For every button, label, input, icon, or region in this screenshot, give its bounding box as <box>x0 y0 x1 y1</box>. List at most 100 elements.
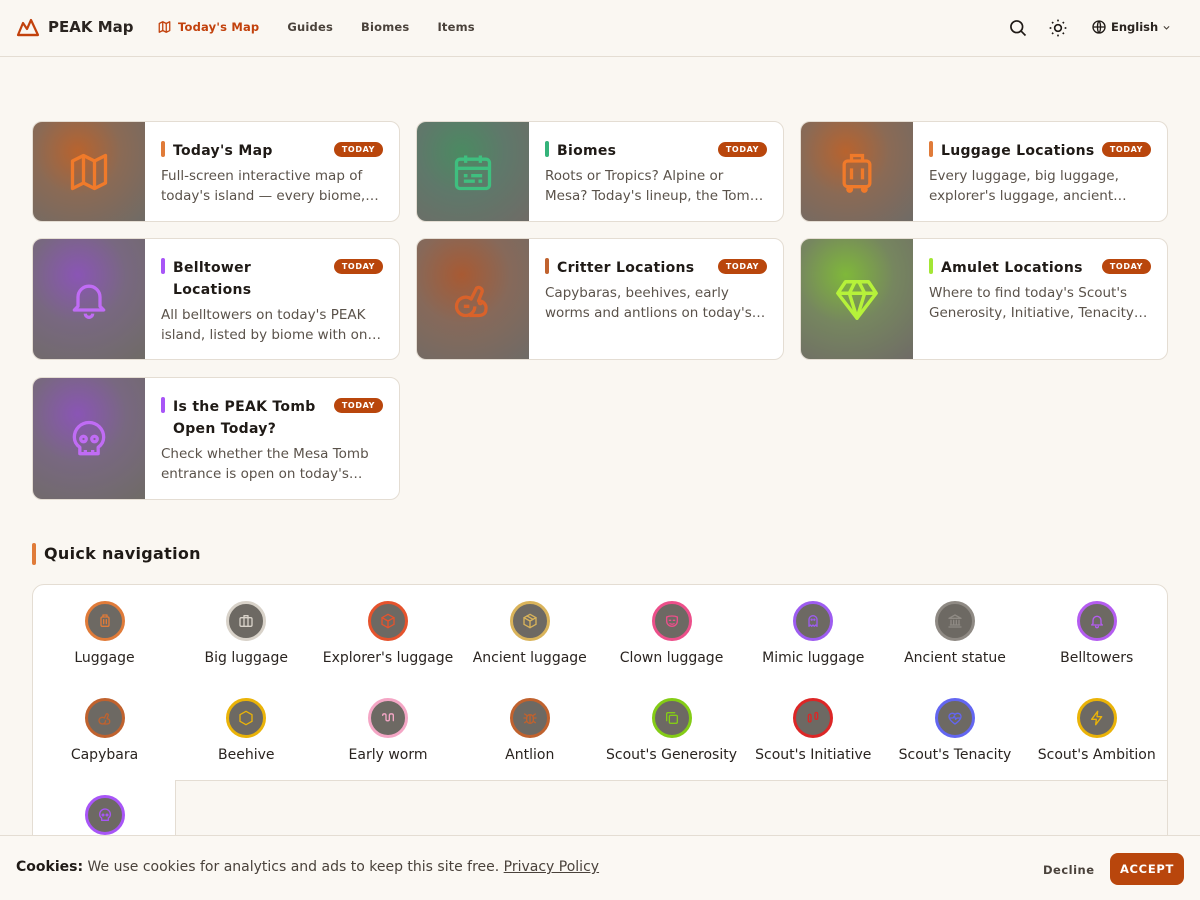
main-nav: Today's Map Guides Biomes Items <box>157 20 503 34</box>
quick-nav-label: Scout's Ambition <box>1037 747 1156 763</box>
cookie-message: Cookies: We use cookies for analytics an… <box>16 859 599 875</box>
search-icon[interactable] <box>1008 18 1028 38</box>
quick-nav-label: Antlion <box>505 747 555 763</box>
brand-name: PEAK Map <box>48 18 134 36</box>
bell-icon <box>1076 601 1117 641</box>
card-title: Critter Locations <box>545 257 694 279</box>
brand-link[interactable]: PEAK Map <box>16 17 133 37</box>
quick-nav-label: Scout's Tenacity <box>898 747 1012 763</box>
skull-icon <box>72 420 106 455</box>
card-tomb-open[interactable]: Is the PEAK Tomb Open Today? TODAY Check… <box>32 377 400 500</box>
quick-nav-item[interactable]: Scout's Tenacity <box>885 698 1026 763</box>
nav-guides[interactable]: Guides <box>287 20 333 34</box>
nav-todays-map[interactable]: Today's Map <box>157 20 259 34</box>
quick-nav-item[interactable]: Ancient luggage <box>459 601 600 666</box>
site-header: PEAK Map Today's Map Guides Biomes Items… <box>0 0 1200 57</box>
card-luggage-locations[interactable]: Luggage Locations TODAY Every luggage, b… <box>800 121 1168 222</box>
today-badge: TODAY <box>1101 142 1151 157</box>
footprints-icon <box>793 698 834 738</box>
card-title: Today's Map <box>161 140 273 162</box>
card-critter-locations[interactable]: Critter Locations TODAY Capybaras, beehi… <box>416 238 784 360</box>
card-belltower-locations[interactable]: Belltower Locations TODAY All belltowers… <box>32 238 400 360</box>
quick-navigation-title: Quick navigation <box>32 543 201 565</box>
decline-button[interactable]: Decline <box>1043 863 1095 877</box>
card-thumb <box>33 239 145 359</box>
quick-nav-item[interactable]: Scout's Ambition <box>1026 698 1167 763</box>
card-todays-map[interactable]: Today's Map TODAY Full-screen interactiv… <box>32 121 400 222</box>
quick-nav-item[interactable] <box>34 795 175 835</box>
calendar-icon <box>454 155 492 190</box>
nav-label: Items <box>437 20 475 34</box>
hexagon-icon <box>226 698 267 738</box>
quick-nav-label: Clown luggage <box>619 650 724 666</box>
today-badge: TODAY <box>333 259 383 274</box>
quick-nav-label: Scout's Generosity <box>605 747 738 763</box>
nav-label: Biomes <box>361 20 410 34</box>
quick-nav-item[interactable]: Explorer's luggage <box>318 601 459 666</box>
nav-label: Today's Map <box>178 20 260 34</box>
language-selector[interactable]: English <box>1091 19 1171 35</box>
language-label: English <box>1111 20 1159 34</box>
card-description: Where to find today's Scout's Generosity… <box>929 285 1134 321</box>
cookie-banner: Cookies: We use cookies for analytics an… <box>0 835 1200 900</box>
card-description: Full-screen interactive map of today's i… <box>161 168 366 204</box>
luggage-icon <box>842 153 872 193</box>
card-thumb <box>801 122 913 221</box>
card-thumb <box>33 378 145 499</box>
today-badge: TODAY <box>1101 259 1151 274</box>
quick-nav-item[interactable]: Ancient statue <box>885 601 1026 666</box>
card-description: Capybaras, beehives, early worms and ant… <box>545 285 752 321</box>
card-title: Luggage Locations <box>929 140 1095 162</box>
luggage-icon <box>84 601 125 641</box>
quick-nav-item[interactable]: Scout's Initiative <box>743 698 884 763</box>
nav-biomes[interactable]: Biomes <box>361 20 409 34</box>
skull-icon <box>84 795 125 835</box>
card-thumb <box>33 122 145 221</box>
quick-nav-item[interactable]: Antlion <box>459 698 600 763</box>
cookie-text: We use cookies for analytics and ads to … <box>87 859 500 875</box>
mountain-icon <box>16 18 40 37</box>
quick-nav-label: Mimic luggage <box>762 650 865 666</box>
quick-nav-label: Big luggage <box>204 650 288 666</box>
card-description: Roots or Tropics? Alpine or Mesa? Today'… <box>545 168 759 204</box>
card-title: Biomes <box>545 140 616 162</box>
quick-nav-item[interactable]: Capybara <box>34 698 175 763</box>
quick-nav-item[interactable]: Luggage <box>34 601 175 666</box>
quick-nav-item[interactable]: Big luggage <box>176 601 317 666</box>
map-icon <box>70 153 108 190</box>
bell-icon <box>72 284 106 319</box>
today-badge: TODAY <box>333 398 383 413</box>
cookie-label: Cookies: <box>16 859 84 875</box>
quick-nav-item[interactable]: Beehive <box>176 698 317 763</box>
quick-nav-item[interactable]: Belltowers <box>1026 601 1167 666</box>
card-description: Check whether the Mesa Tomb entrance is … <box>161 446 369 482</box>
box-icon <box>368 601 408 641</box>
card-description: All belltowers on today's PEAK island, l… <box>161 307 381 343</box>
globe-icon <box>1092 20 1106 34</box>
nav-items[interactable]: Items <box>437 20 474 34</box>
zap-icon <box>1076 698 1117 738</box>
quick-nav-item[interactable]: Early worm <box>318 698 459 763</box>
card-thumb <box>417 122 529 221</box>
quick-nav-label: Ancient luggage <box>472 650 587 666</box>
quick-nav-item[interactable]: Clown luggage <box>601 601 742 666</box>
sun-icon[interactable] <box>1048 18 1068 38</box>
ghost-icon <box>793 601 834 641</box>
landmark-icon <box>935 601 975 641</box>
privacy-policy-link[interactable]: Privacy Policy <box>504 859 599 875</box>
gem-icon <box>836 280 878 320</box>
quick-nav-label: Belltowers <box>1060 650 1134 666</box>
card-amulet-locations[interactable]: Amulet Locations TODAY Where to find tod… <box>800 238 1168 360</box>
card-biomes[interactable]: Biomes TODAY Roots or Tropics? Alpine or… <box>416 121 784 222</box>
map-icon <box>158 21 171 33</box>
worm-icon <box>368 698 408 738</box>
mask-icon <box>651 601 692 641</box>
quick-nav-item[interactable]: Mimic luggage <box>743 601 884 666</box>
chevron-down-icon <box>1163 25 1170 30</box>
card-thumb <box>417 239 529 359</box>
accept-button[interactable]: ACCEPT <box>1110 853 1184 885</box>
card-description: Every luggage, big luggage, explorer's l… <box>929 168 1119 204</box>
quick-nav-item[interactable]: Scout's Generosity <box>601 698 742 763</box>
rabbit-icon <box>84 698 125 738</box>
today-badge: TODAY <box>333 142 383 157</box>
